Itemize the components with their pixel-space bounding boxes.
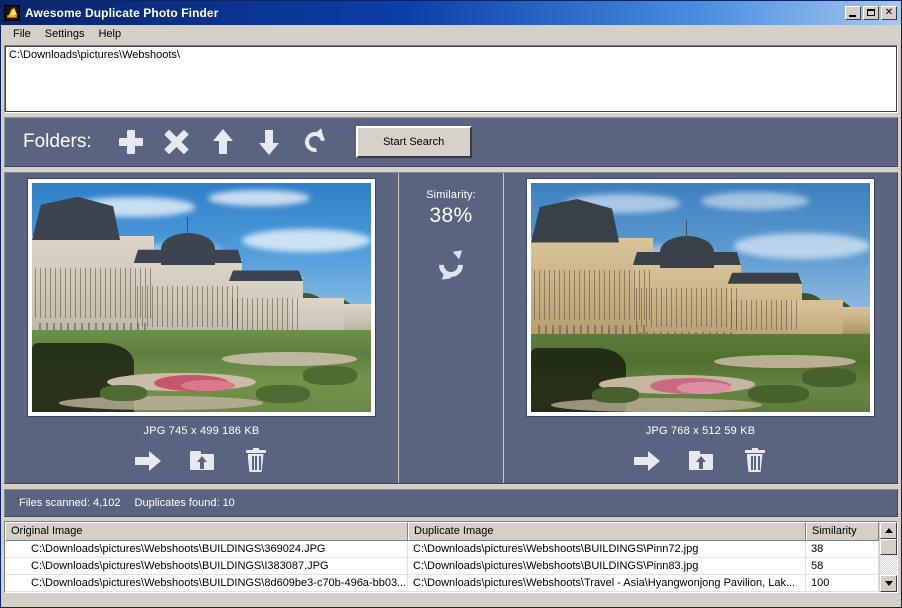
similarity-label: Similarity:: [426, 189, 476, 201]
cell-similarity: 38: [806, 541, 879, 558]
results-table: Original Image Duplicate Image Similarit…: [4, 521, 898, 593]
minimize-button[interactable]: [845, 6, 861, 20]
cell-similarity: 58: [806, 558, 879, 575]
arrow-right-icon[interactable]: [135, 448, 161, 474]
arrow-up-icon[interactable]: [210, 129, 236, 155]
right-image-meta: JPG 768 x 512 59 KB: [646, 425, 756, 437]
maximize-button[interactable]: [863, 6, 879, 20]
cell-original: C:\Downloads\pictures\Webshoots\BUILDING…: [5, 541, 408, 558]
refresh-icon[interactable]: [302, 129, 328, 155]
swap-icon[interactable]: [436, 250, 466, 280]
cell-duplicate: C:\Downloads\pictures\Webshoots\BUILDING…: [408, 541, 806, 558]
duplicates-found-text: Duplicates found: 10: [135, 497, 235, 509]
column-header-similarity[interactable]: Similarity: [806, 522, 879, 541]
cell-duplicate: C:\Downloads\pictures\Webshoots\Travel -…: [408, 575, 806, 592]
trash-icon[interactable]: [243, 448, 269, 474]
scrollbar-thumb[interactable]: [880, 539, 897, 555]
arrow-down-icon[interactable]: [256, 129, 282, 155]
folder-up-icon[interactable]: [688, 448, 714, 474]
table-row[interactable]: C:\Downloads\pictures\Webshoots\BUILDING…: [5, 575, 879, 592]
scroll-up-button[interactable]: [880, 522, 897, 539]
folder-up-icon[interactable]: [189, 448, 215, 474]
cell-similarity: 100: [806, 575, 879, 592]
plus-icon[interactable]: [118, 129, 144, 155]
right-image-actions: [634, 448, 768, 474]
table-row[interactable]: C:\Downloads\pictures\Webshoots\BUILDING…: [5, 541, 879, 558]
right-photo-frame[interactable]: [526, 178, 875, 417]
column-header-duplicate[interactable]: Duplicate Image: [408, 522, 806, 541]
left-image-meta: JPG 745 x 499 186 KB: [144, 425, 260, 437]
folder-list[interactable]: C:\Downloads\pictures\Webshoots\: [4, 45, 898, 113]
right-image-pane: JPG 768 x 512 59 KB: [503, 173, 897, 483]
window-title: Awesome Duplicate Photo Finder: [25, 6, 218, 20]
trash-icon[interactable]: [742, 448, 768, 474]
status-bar: Files scanned: 4,102 Duplicates found: 1…: [4, 489, 898, 517]
folders-toolbar: Folders: Start Search: [4, 117, 898, 167]
results-vertical-scrollbar[interactable]: [879, 522, 897, 592]
cell-duplicate: C:\Downloads\pictures\Webshoots\BUILDING…: [408, 558, 806, 575]
preview-panel: JPG 745 x 499 186 KB Similarity: 38%: [4, 172, 898, 484]
cross-icon[interactable]: [164, 129, 190, 155]
title-bar: Awesome Duplicate Photo Finder ✕: [1, 1, 901, 25]
folders-label: Folders:: [23, 131, 92, 153]
application-window: Awesome Duplicate Photo Finder ✕ File Se…: [0, 0, 902, 608]
folder-list-item[interactable]: C:\Downloads\pictures\Webshoots\: [7, 48, 895, 63]
menu-item-file[interactable]: File: [6, 26, 38, 42]
window-controls: ✕: [845, 6, 899, 20]
column-header-original[interactable]: Original Image: [5, 522, 408, 541]
menu-item-settings[interactable]: Settings: [38, 26, 92, 42]
left-image-pane: JPG 745 x 499 186 KB: [5, 173, 399, 483]
flame-icon: [4, 5, 20, 21]
cell-original: C:\Downloads\pictures\Webshoots\BUILDING…: [5, 575, 408, 592]
left-photo-frame[interactable]: [27, 178, 376, 417]
scrollbar-track[interactable]: [880, 555, 897, 575]
menu-item-help[interactable]: Help: [91, 26, 128, 42]
close-button[interactable]: ✕: [881, 6, 897, 20]
scroll-down-button[interactable]: [880, 575, 897, 592]
table-header-row: Original Image Duplicate Image Similarit…: [5, 522, 879, 541]
start-search-button[interactable]: Start Search: [356, 126, 472, 158]
left-image-actions: [135, 448, 269, 474]
menu-bar: File Settings Help: [1, 25, 901, 43]
similarity-column: Similarity: 38%: [399, 173, 503, 483]
arrow-right-icon[interactable]: [634, 448, 660, 474]
table-row[interactable]: C:\Downloads\pictures\Webshoots\BUILDING…: [5, 558, 879, 575]
files-scanned-text: Files scanned: 4,102: [19, 497, 121, 509]
cell-original: C:\Downloads\pictures\Webshoots\BUILDING…: [5, 558, 408, 575]
right-photo: [531, 183, 870, 412]
left-photo: [32, 183, 371, 412]
similarity-value: 38%: [430, 204, 473, 228]
